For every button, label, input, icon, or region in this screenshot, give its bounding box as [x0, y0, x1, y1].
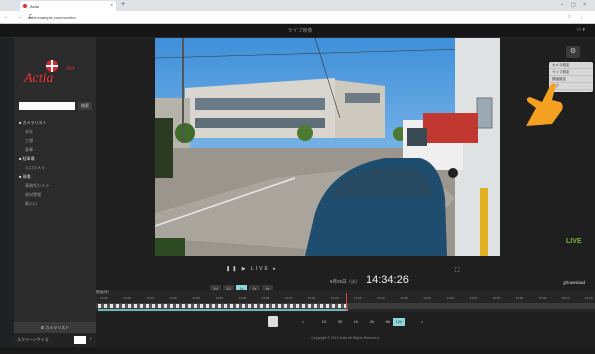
tab-title: Actia	[30, 4, 39, 9]
browser-window: Actia × + – ▢ × ← → C actia.example.com/…	[0, 0, 595, 350]
timeline-tick-label: 14:35	[400, 296, 408, 300]
tree-item[interactable]: 工場	[19, 136, 94, 145]
calendar-icon[interactable]	[268, 316, 278, 327]
timeline-tick-label: 14:05	[261, 296, 270, 300]
play-pause-controls[interactable]: ❚❚ ▶ LIVE ▸	[226, 266, 278, 272]
recording-coverage	[98, 309, 348, 311]
pager-button[interactable]: 12h	[393, 318, 405, 326]
pager-button[interactable]: 30	[334, 318, 346, 326]
next-arrow-icon[interactable]: ›	[90, 336, 92, 342]
new-tab-button[interactable]: +	[121, 1, 125, 8]
tree-item[interactable]: 搬入口	[19, 199, 94, 208]
fullscreen-icon[interactable]: ⛶	[455, 268, 459, 275]
camera-list-label: カメラリスト	[45, 325, 70, 330]
tab-actia[interactable]: Actia ×	[20, 1, 116, 11]
tree-item[interactable]: ■ 駐車場	[19, 154, 94, 163]
user-menu-button[interactable]: ⚇ ▾	[577, 27, 585, 33]
tree-item[interactable]: 資材置場	[19, 190, 94, 199]
actia-logo: Actia Net	[23, 60, 75, 86]
camera-list-button[interactable]: ⊞ カメラリスト	[14, 322, 96, 333]
url-field[interactable]: actia.example.com/monitor	[28, 14, 148, 21]
live-badge: LIVE	[566, 238, 582, 245]
timeline-tick-label: 13:30	[100, 296, 108, 300]
download-button[interactable]: ⤓Download	[563, 280, 585, 285]
pager-button[interactable]: 2h	[366, 318, 378, 326]
favicon-icon	[23, 4, 27, 8]
app-header: ライブ映像 ⚇ ▾	[0, 24, 595, 38]
settings-gear-button[interactable]: ⚙	[566, 46, 580, 58]
timeline-tick-label: 14:50	[469, 296, 478, 300]
timeline-tick-label: 14:30	[377, 296, 385, 300]
timeline-tick-label: 14:25	[354, 296, 362, 300]
screen-size-value: 1	[78, 345, 81, 350]
timeline-tick-label: 14:00	[238, 296, 247, 300]
timeline-tick-label: 14:55	[492, 296, 501, 300]
timeline-tick-label: 13:40	[146, 296, 154, 300]
screen-size-row: スクリーンサイズ 1 ›	[14, 333, 96, 350]
tab-close-icon[interactable]: ×	[110, 3, 113, 9]
video-frame	[155, 38, 500, 256]
browser-menu-icons[interactable]: ☆ ⋮	[567, 14, 587, 20]
timeline-tick-label: 15:05	[538, 296, 547, 300]
timeline-cursor[interactable]	[346, 293, 347, 311]
window-controls[interactable]: – ▢ ×	[561, 2, 589, 8]
screen-size-stepper[interactable]: 1	[74, 336, 86, 350]
timeline-tick-label: 13:50	[192, 296, 200, 300]
tree-item[interactable]: ■ カメラリスト	[19, 118, 94, 127]
timeline-tick-label: 14:15	[307, 296, 316, 300]
timeline-tick-label: 14:45	[446, 296, 454, 300]
tree-item[interactable]: 事務所カメラ	[19, 181, 94, 190]
timeline-tick-label: 14:40	[423, 296, 431, 300]
timeline-tick-label: 13:35	[123, 296, 131, 300]
search-button[interactable]: 検索	[78, 102, 92, 110]
screen-size-label: スクリーンサイズ	[17, 337, 49, 342]
search-input[interactable]	[19, 102, 75, 110]
current-time: 14:34:26	[366, 274, 409, 286]
current-date: 6月25日（火）	[330, 279, 361, 284]
dropdown-item[interactable]: カメラ設定	[549, 62, 593, 69]
timeline-tick-label: 13:55	[215, 296, 223, 300]
pager-button[interactable]: <	[297, 318, 309, 326]
tree-item[interactable]: 本社	[19, 127, 94, 136]
pager-button[interactable]: >	[416, 318, 428, 326]
timeline-tick-label: 15:00	[515, 296, 524, 300]
pager-button[interactable]: 1h	[350, 318, 362, 326]
download-label: Download	[565, 280, 586, 285]
timeline-tick-label: 13:45	[169, 296, 177, 300]
pointing-hand-icon	[526, 83, 563, 126]
timeline-tick-label: 14:20	[330, 296, 339, 300]
timeline-label: 録画(時)	[96, 290, 109, 294]
tree-item[interactable]: 倉庫	[19, 145, 94, 154]
pager-button[interactable]: 10	[318, 318, 330, 326]
copyright-text: Copyright © 2019 Actia All Rights Reserv…	[311, 336, 380, 340]
recording-segments	[98, 304, 348, 308]
dropdown-item[interactable]: ライブ設定	[549, 69, 593, 76]
tab-bar: Actia × + – ▢ ×	[0, 0, 595, 11]
logo-superscript: Net	[65, 66, 75, 72]
tree-item[interactable]: ■ 現場	[19, 172, 94, 181]
camera-tree: ■ カメラリスト 本社 工場 倉庫 ■ 駐車場 入口カメラ ■ 現場 事務所カメラ 資材置場 搬入…	[19, 118, 94, 208]
logo-text: Actia	[23, 71, 54, 86]
timeline-tick-label: 15:15	[585, 296, 593, 300]
timeline-tick-label: 14:10	[284, 296, 293, 300]
address-bar: ← → C actia.example.com/monitor ☆ ⋮	[0, 11, 595, 24]
playback-control-bar	[96, 258, 595, 290]
tree-item[interactable]: 入口カメラ	[19, 163, 94, 172]
timeline-tick-label: 15:10	[561, 296, 570, 300]
page-title: ライブ映像	[287, 28, 313, 34]
camera-video-feed[interactable]	[155, 38, 500, 256]
